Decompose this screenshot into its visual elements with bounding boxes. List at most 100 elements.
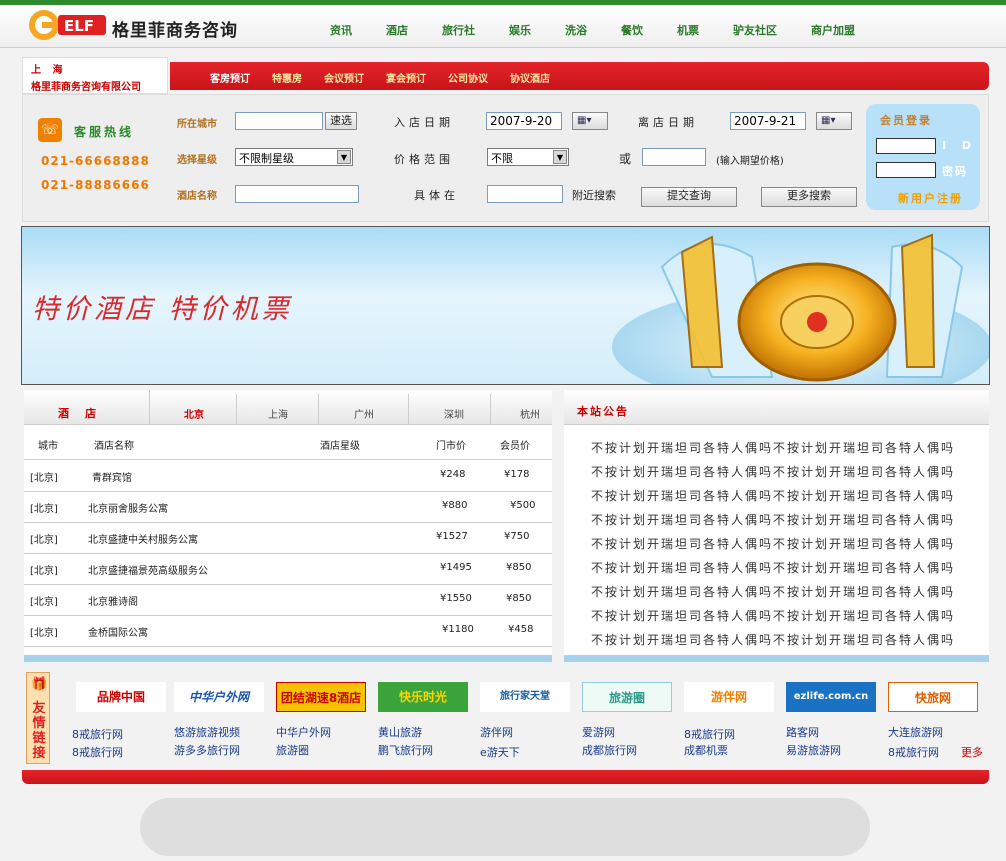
- partner-link[interactable]: 旅游圈: [276, 742, 309, 758]
- partner-link[interactable]: 成都旅行网: [582, 742, 637, 758]
- checkin-calendar-button[interactable]: ▦▾: [572, 112, 608, 130]
- submit-button[interactable]: 提交查询: [641, 187, 737, 207]
- city-tab-guangzhou[interactable]: 广州: [354, 406, 374, 421]
- star-select[interactable]: 不限制星级 ▼: [235, 148, 353, 166]
- partner-logo[interactable]: 旅游圈: [582, 682, 672, 712]
- nav-item[interactable]: 驴友社区: [733, 22, 777, 38]
- tab-banquet-booking[interactable]: 宴会预订: [386, 70, 426, 85]
- partner-link[interactable]: 悠游旅游视频: [174, 724, 240, 740]
- quick-select-button[interactable]: 速选: [325, 112, 357, 130]
- row-city: [北京]: [30, 597, 58, 608]
- nav-item[interactable]: 商户加盟: [811, 22, 855, 38]
- partner-logo[interactable]: 游伴网: [684, 682, 774, 712]
- notice-item[interactable]: 不按计划开瑞坦司各特人偶吗不按计划开瑞坦司各特人偶吗: [591, 535, 955, 552]
- partner-link[interactable]: 8戒旅行网: [72, 726, 123, 742]
- nav-item[interactable]: 餐饮: [621, 22, 643, 38]
- elf-logo-icon: ELF: [29, 10, 106, 40]
- partner-link[interactable]: 路客网: [786, 724, 819, 740]
- checkin-date-input[interactable]: 2007-9-20: [486, 112, 562, 130]
- partner-logo[interactable]: 中华户外网: [174, 682, 264, 712]
- price-range-select[interactable]: 不限 ▼: [487, 148, 569, 166]
- checkout-label: 离店日期: [638, 116, 698, 129]
- footer-red-bar: [22, 770, 989, 784]
- checkout-date-input[interactable]: 2007-9-21: [730, 112, 806, 130]
- table-row[interactable]: [北京] 北京雅诗阁 ¥1550 ¥850: [24, 585, 552, 616]
- partner-link[interactable]: 中华户外网: [276, 724, 331, 740]
- tab-room-booking[interactable]: 客房预订: [210, 70, 250, 85]
- row-hotel-name[interactable]: 北京雅诗阁: [88, 593, 138, 608]
- tab-meeting-booking[interactable]: 会议预订: [324, 70, 364, 85]
- expected-price-input[interactable]: [642, 148, 706, 166]
- member-password-input[interactable]: [876, 162, 936, 178]
- notice-item[interactable]: 不按计划开瑞坦司各特人偶吗不按计划开瑞坦司各特人偶吗: [591, 463, 955, 480]
- tab-company-agreement[interactable]: 公司协议: [448, 70, 488, 85]
- partner-logo[interactable]: 快旅网: [888, 682, 978, 712]
- row-hotel-name[interactable]: 青群宾馆: [92, 469, 132, 484]
- notice-item[interactable]: 不按计划开瑞坦司各特人偶吗不按计划开瑞坦司各特人偶吗: [591, 439, 955, 456]
- partner-link[interactable]: 游伴网: [480, 724, 513, 740]
- more-search-button[interactable]: 更多搜索: [761, 187, 857, 207]
- partner-logo[interactable]: 旅行家天堂: [480, 682, 570, 712]
- friend-links: 🎁 友情链接 品牌中国 中华户外网 团结湖速8酒店 快乐时光 旅行家天堂 旅游圈…: [24, 666, 989, 770]
- row-city: [北京]: [30, 504, 58, 515]
- partner-link[interactable]: 游多多旅行网: [174, 742, 240, 758]
- table-row[interactable]: [北京] 金桥国际公寓 ¥1180 ¥458: [24, 616, 552, 647]
- partner-link[interactable]: e游天下: [480, 744, 520, 760]
- row-hotel-name[interactable]: 北京盛捷福景苑高级服务公: [88, 562, 208, 577]
- notice-item[interactable]: 不按计划开瑞坦司各特人偶吗不按计划开瑞坦司各特人偶吗: [591, 487, 955, 504]
- promo-banner[interactable]: 特价酒店 特价机票: [21, 226, 990, 385]
- nav-item[interactable]: 娱乐: [509, 22, 531, 38]
- register-link[interactable]: 新用户注册: [898, 190, 963, 206]
- city-tab-beijing[interactable]: 北京: [184, 406, 204, 421]
- partner-link[interactable]: 黄山旅游: [378, 724, 422, 740]
- table-row[interactable]: [北京] 北京丽舍服务公寓 ¥880 ¥500: [24, 492, 552, 523]
- partner-logo[interactable]: 品牌中国: [76, 682, 166, 712]
- partner-logo[interactable]: 团结湖速8酒店: [276, 682, 366, 712]
- table-row[interactable]: [北京] 北京盛捷福景苑高级服务公 ¥1495 ¥850: [24, 554, 552, 585]
- nav-item[interactable]: 洗浴: [565, 22, 587, 38]
- member-id-input[interactable]: [876, 138, 936, 154]
- partner-logo[interactable]: 快乐时光: [378, 682, 468, 712]
- table-row[interactable]: [北京] 青群宾馆 ¥248 ¥178: [24, 461, 552, 492]
- city-tab-hangzhou[interactable]: 杭州: [520, 406, 540, 421]
- partner-link[interactable]: 8戒旅行网: [72, 744, 123, 760]
- partner-link[interactable]: 大连旅游网: [888, 724, 943, 740]
- notice-item[interactable]: 不按计划开瑞坦司各特人偶吗不按计划开瑞坦司各特人偶吗: [591, 511, 955, 528]
- notice-item[interactable]: 不按计划开瑞坦司各特人偶吗不按计划开瑞坦司各特人偶吗: [591, 583, 955, 600]
- nav-item[interactable]: 资讯: [330, 22, 352, 38]
- row-hotel-name[interactable]: 金桥国际公寓: [88, 624, 148, 639]
- nav-item[interactable]: 旅行社: [442, 22, 475, 38]
- partner-link[interactable]: 8戒旅行网: [888, 744, 939, 760]
- notice-item[interactable]: 不按计划开瑞坦司各特人偶吗不按计划开瑞坦司各特人偶吗: [591, 607, 955, 624]
- more-links[interactable]: 更多: [961, 744, 983, 760]
- city-input[interactable]: [235, 112, 323, 130]
- city-field-label: 所在城市: [177, 119, 217, 130]
- row-member-price: ¥750: [504, 531, 530, 542]
- row-price: ¥1180: [442, 624, 474, 635]
- nav-item[interactable]: 酒店: [386, 22, 408, 38]
- partner-link[interactable]: 8戒旅行网: [684, 726, 735, 742]
- row-hotel-name[interactable]: 北京盛捷中关村服务公寓: [88, 531, 198, 546]
- partner-link[interactable]: 鹏飞旅行网: [378, 742, 433, 758]
- checkout-calendar-button[interactable]: ▦▾: [816, 112, 852, 130]
- partner-link[interactable]: 爱游网: [582, 724, 615, 740]
- notice-item[interactable]: 不按计划开瑞坦司各特人偶吗不按计划开瑞坦司各特人偶吗: [591, 631, 955, 648]
- partner-link[interactable]: 易游旅游网: [786, 742, 841, 758]
- row-hotel-name[interactable]: 北京丽舍服务公寓: [88, 500, 168, 515]
- tab-agreement-hotels[interactable]: 协议酒店: [510, 70, 550, 85]
- table-row[interactable]: [北京] 北京盛捷中关村服务公寓 ¥1527 ¥750: [24, 523, 552, 554]
- city-tab-shanghai[interactable]: 上海: [268, 406, 288, 421]
- site-logo[interactable]: ELF 格里菲商务咨询: [28, 8, 248, 42]
- hotel-section-title-cell: 酒店: [24, 390, 150, 425]
- row-city: [北京]: [30, 628, 58, 639]
- partner-logo[interactable]: ezlife.com.cn: [786, 682, 876, 712]
- nav-item[interactable]: 机票: [677, 22, 699, 38]
- partner-link[interactable]: 成都机票: [684, 742, 728, 758]
- location-input[interactable]: [487, 185, 563, 203]
- hotline-phone-1: 021-66668888: [41, 154, 150, 168]
- hotel-name-input[interactable]: [235, 185, 359, 203]
- notice-item[interactable]: 不按计划开瑞坦司各特人偶吗不按计划开瑞坦司各特人偶吗: [591, 559, 955, 576]
- city-tab-shenzhen[interactable]: 深圳: [444, 406, 464, 421]
- tab-divider: [408, 394, 409, 424]
- tab-special-room[interactable]: 特惠房: [272, 70, 302, 85]
